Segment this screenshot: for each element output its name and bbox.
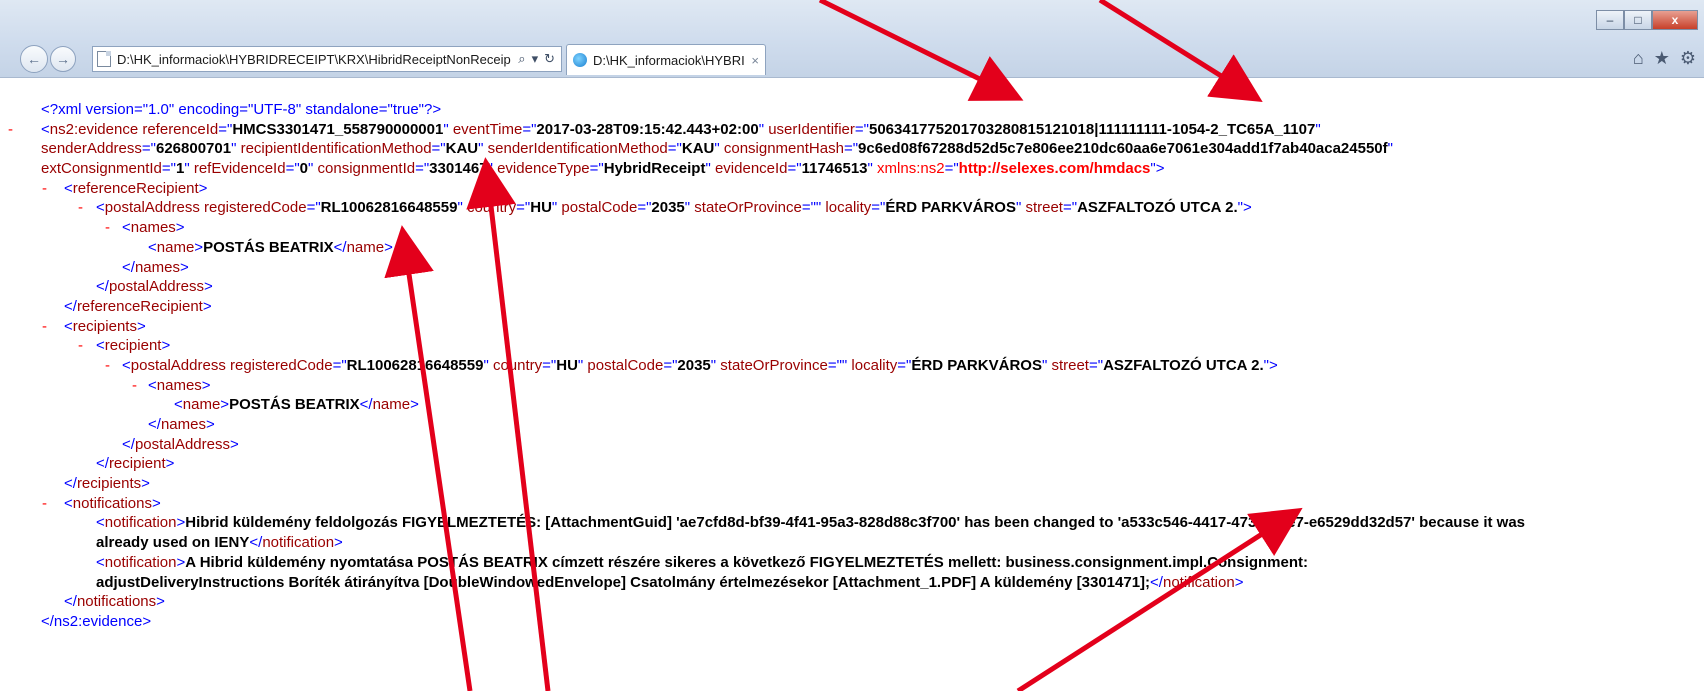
recipients-close: </recipients>	[64, 475, 150, 493]
arrow-left-icon: ←	[27, 51, 41, 67]
close-icon[interactable]: ×	[751, 53, 759, 68]
tab-active[interactable]: D:\HK_informaciok\HYBRI... ×	[566, 44, 766, 75]
evidence-open-tag: - <ns2:evidence referenceId="HMCS3301471…	[8, 120, 1393, 178]
postal-address-close: </postalAddress>	[96, 278, 213, 296]
notification-2: <notification>A Hibrid küldemény nyomtat…	[96, 553, 1309, 591]
back-button[interactable]: ←	[20, 45, 48, 73]
collapse-toggle[interactable]: -	[42, 494, 47, 514]
postal-address-close: </postalAddress>	[122, 435, 239, 453]
xml-document: <?xml version="1.0" encoding="UTF-8" sta…	[0, 100, 1704, 632]
browser-chrome: – □ x ← → D:\HK_informaciok\HYBRIDRECEIP…	[0, 0, 1704, 78]
notifications-close: </notifications>	[64, 593, 165, 611]
chevron-down-icon[interactable]: ▾	[532, 51, 539, 67]
names-close: </names>	[148, 416, 215, 434]
names-close: </names>	[122, 258, 189, 276]
window-controls: – □ x	[1596, 10, 1698, 30]
name-element: <name>POSTÁS BEATRIX</name>	[174, 396, 419, 414]
collapse-toggle[interactable]: -	[8, 120, 13, 140]
notification-1: <notification>Hibrid küldemény feldolgoz…	[96, 514, 1526, 552]
xml-declaration: <?xml version="1.0" encoding="UTF-8" sta…	[41, 101, 442, 118]
page-icon	[97, 51, 111, 67]
collapse-toggle[interactable]: -	[105, 356, 110, 376]
gear-icon[interactable]: ⚙	[1680, 48, 1696, 69]
minimize-button[interactable]: –	[1596, 10, 1624, 30]
search-icon[interactable]: ⌕	[518, 51, 525, 67]
close-window-button[interactable]: x	[1652, 10, 1698, 30]
maximize-button[interactable]: □	[1624, 10, 1652, 30]
collapse-toggle[interactable]: -	[105, 218, 110, 238]
names-open: - <names>	[132, 376, 211, 396]
collapse-toggle[interactable]: -	[42, 179, 47, 199]
collapse-toggle[interactable]: -	[132, 376, 137, 396]
address-url[interactable]: D:\HK_informaciok\HYBRIDRECEIPT\KRX\Hibr…	[117, 52, 518, 67]
postal-address-open: - <postalAddress registeredCode="RL10062…	[78, 198, 1252, 218]
name-element: <name>POSTÁS BEATRIX</name>	[148, 238, 393, 256]
recipients-open: - <recipients>	[42, 317, 146, 337]
evidence-close-tag: </ns2:evidence>	[41, 612, 152, 630]
names-open: - <names>	[105, 218, 185, 238]
tab-title: D:\HK_informaciok\HYBRI...	[593, 52, 746, 68]
collapse-toggle[interactable]: -	[78, 198, 83, 218]
notifications-open: - <notifications>	[42, 494, 161, 514]
ie-icon	[573, 53, 587, 67]
collapse-toggle[interactable]: -	[42, 317, 47, 337]
refresh-icon[interactable]: ↻	[544, 51, 555, 67]
reference-recipient-close: </referenceRecipient>	[64, 297, 212, 315]
collapse-toggle[interactable]: -	[78, 336, 83, 356]
postal-address-open: - <postalAddress registeredCode="RL10062…	[105, 356, 1278, 376]
arrow-right-icon: →	[56, 51, 70, 67]
forward-button[interactable]: →	[50, 46, 76, 72]
reference-recipient-open: - <referenceRecipient>	[42, 179, 208, 199]
address-tools: ⌕ ▾ ↻	[518, 51, 561, 67]
recipient-open: - <recipient>	[78, 336, 171, 356]
toolbar-icons: ⌂ ★ ⚙	[1633, 48, 1696, 69]
favorites-icon[interactable]: ★	[1654, 48, 1670, 69]
address-bar[interactable]: D:\HK_informaciok\HYBRIDRECEIPT\KRX\Hibr…	[92, 46, 562, 72]
recipient-close: </recipient>	[96, 455, 175, 473]
home-icon[interactable]: ⌂	[1633, 48, 1644, 69]
